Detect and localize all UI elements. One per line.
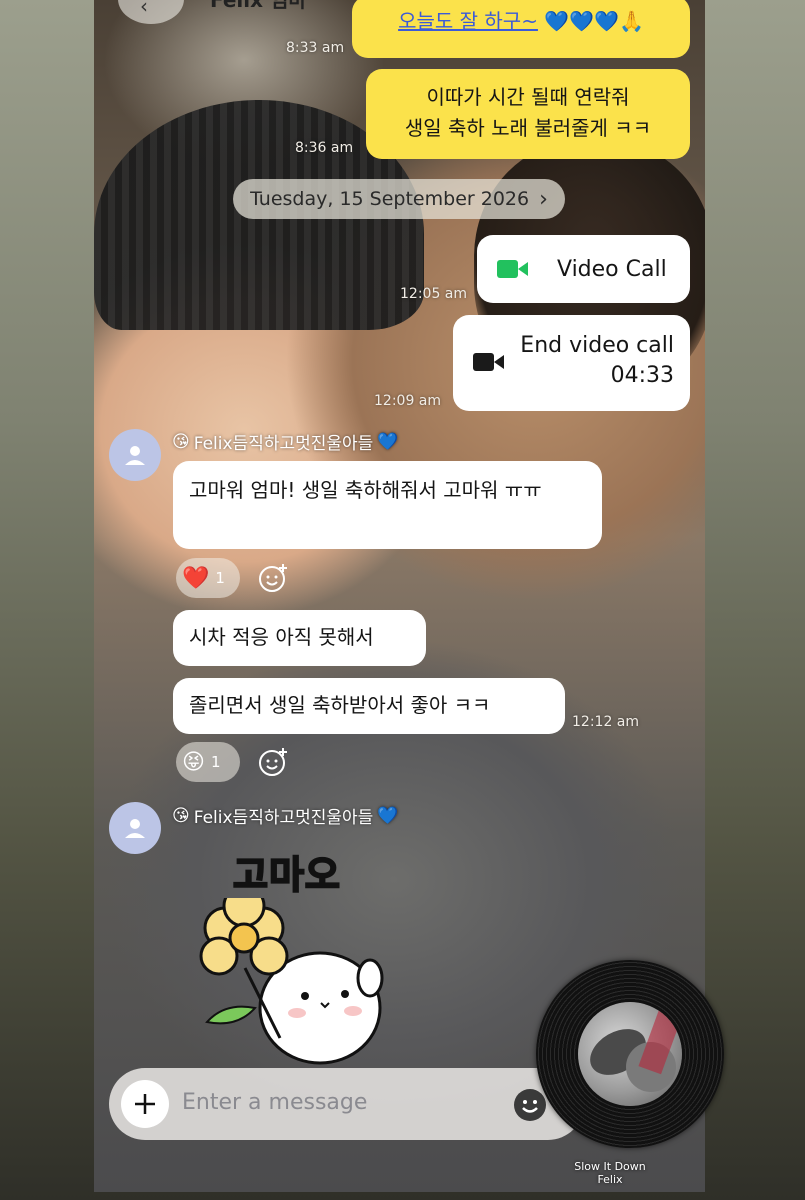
reaction-count: 1 xyxy=(210,753,221,771)
chat-title: Felix 엄마 xyxy=(210,0,307,13)
my-message-line-1: 이따가 시간 될때 연락줘 xyxy=(426,85,630,109)
reaction-emoji[interactable]: 😝 1 xyxy=(176,742,240,782)
emoji-button[interactable] xyxy=(514,1089,546,1121)
my-message-line-2: 생일 축하 노래 불러줄게 ㅋㅋ xyxy=(404,116,652,140)
their-message-text: 고마워 엄마! 생일 축하해줘서 고마워 ㅠㅠ xyxy=(189,478,542,502)
avatar[interactable] xyxy=(109,429,161,481)
message-time: 12:09 am xyxy=(374,393,442,409)
add-reaction-button[interactable] xyxy=(253,742,293,782)
my-message-bubble-top[interactable]: 오늘도 잘 하구~ 💙💙💙🙏 xyxy=(352,0,690,58)
heart-icon: ❤️ xyxy=(182,565,210,591)
song-title: Slow It Down xyxy=(574,1160,646,1173)
sender-emoji: 😘 xyxy=(172,431,190,452)
puppy-flower-sticker-art xyxy=(199,898,384,1065)
reaction-count: 1 xyxy=(215,569,225,587)
laughing-face-icon: 😝 xyxy=(182,749,205,775)
their-message-text: 졸리면서 생일 축하받아서 좋아 ㅋㅋ xyxy=(189,693,491,717)
back-icon: ‹ xyxy=(140,0,148,18)
video-camera-icon xyxy=(497,260,528,278)
sender-name-text: Felix듬직하고멋진울아들 xyxy=(193,808,374,828)
my-message-text: 오늘도 잘 하구~ xyxy=(398,9,538,33)
message-time: 12:05 am xyxy=(400,286,468,302)
song-info: Slow It Down Felix xyxy=(560,1160,660,1186)
add-reaction-button[interactable] xyxy=(253,558,293,598)
avatar[interactable] xyxy=(109,802,161,854)
end-video-call-bubble[interactable]: End video call 04:33 xyxy=(453,315,690,411)
date-separator[interactable]: Tuesday, 15 September 2026 › xyxy=(233,179,565,219)
their-message-bubble[interactable]: 고마워 엄마! 생일 축하해줘서 고마워 ㅠㅠ xyxy=(173,461,602,549)
their-message-bubble[interactable]: 시차 적응 아직 못해서 xyxy=(173,610,426,666)
reaction-heart[interactable]: ❤️ 1 xyxy=(176,558,240,598)
sender-emoji: 😘 xyxy=(172,805,190,826)
my-message-emojis: 💙💙💙🙏 xyxy=(544,9,644,33)
my-message-bubble[interactable]: 이따가 시간 될때 연락줘 생일 축하 노래 불러줄게 ㅋㅋ xyxy=(366,69,690,159)
chevron-right-icon: › xyxy=(539,186,548,212)
video-call-label: Video Call xyxy=(557,256,667,282)
message-time: 8:33 am xyxy=(286,40,345,56)
message-input[interactable]: Enter a message xyxy=(182,1090,367,1115)
sender-name: 😘 Felix듬직하고멋진울아들 💙 xyxy=(172,429,399,455)
sticker-text: 고마오 xyxy=(232,852,341,898)
sender-name-text: Felix듬직하고멋진울아들 xyxy=(193,434,374,454)
attach-button[interactable] xyxy=(121,1080,169,1128)
message-time: 12:12 am xyxy=(572,714,640,730)
add-reaction-icon xyxy=(259,748,287,776)
song-artist: Felix xyxy=(597,1173,623,1186)
plus-icon xyxy=(135,1094,155,1114)
their-message-text: 시차 적응 아직 못해서 xyxy=(189,625,374,649)
emoji-icon xyxy=(522,1100,538,1113)
vinyl-album-art xyxy=(578,1002,682,1106)
video-call-bubble[interactable]: Video Call xyxy=(477,235,690,303)
message-time: 8:36 am xyxy=(295,140,354,156)
sender-name: 😘 Felix듬직하고멋진울아들 💙 xyxy=(172,803,399,829)
sender-heart: 💙 xyxy=(377,805,399,826)
person-icon xyxy=(125,446,145,465)
sender-heart: 💙 xyxy=(377,431,399,452)
their-message-bubble[interactable]: 졸리면서 생일 축하받아서 좋아 ㅋㅋ xyxy=(173,678,565,734)
chat-title-text: Felix 엄마 xyxy=(210,0,307,12)
add-reaction-icon xyxy=(259,564,287,592)
date-label: Tuesday, 15 September 2026 xyxy=(250,188,530,210)
sticker[interactable]: 고마오 xyxy=(185,840,395,1070)
person-icon xyxy=(125,819,145,838)
video-camera-icon xyxy=(473,353,504,371)
